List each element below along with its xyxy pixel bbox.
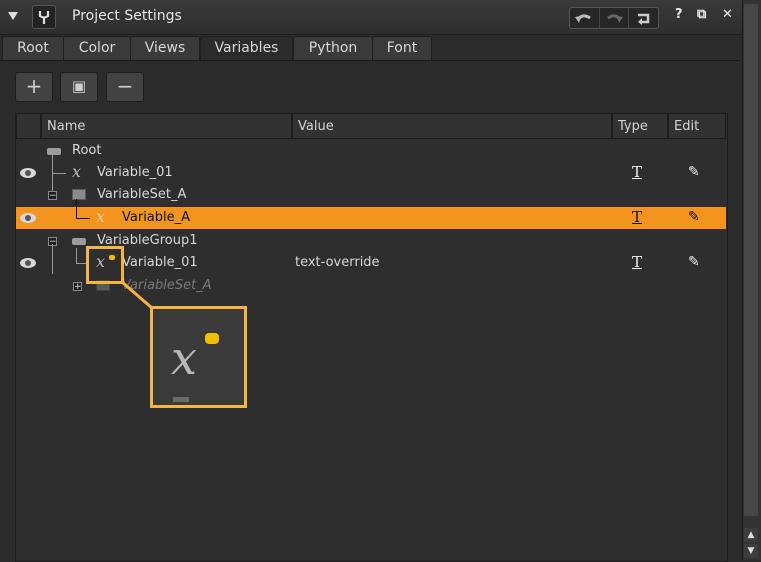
override-badge-icon bbox=[205, 333, 219, 344]
variable-icon: 𝑥 bbox=[171, 331, 197, 385]
tree-fragment bbox=[173, 397, 189, 402]
zoomed-variable-override-icon: 𝑥 bbox=[150, 306, 247, 408]
callout-connector bbox=[121, 280, 153, 310]
